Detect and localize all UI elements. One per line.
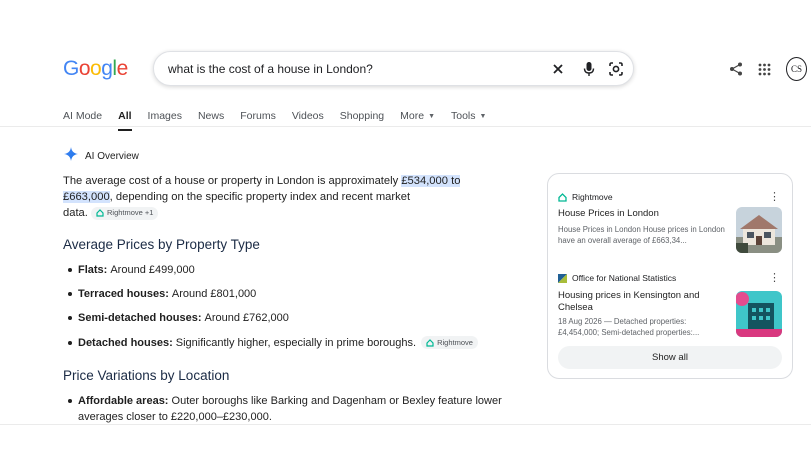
source-site[interactable]: Office for National Statistics (558, 273, 676, 283)
lens-camera-icon[interactable] (607, 60, 625, 78)
share-icon[interactable] (727, 60, 745, 78)
tab-videos[interactable]: Videos (292, 105, 324, 127)
list-item: Terraced houses: Around £801,000 (68, 288, 256, 300)
more-options-icon[interactable]: ⋮ (769, 273, 780, 284)
source-snippet: House Prices in London House prices in L… (558, 225, 725, 245)
source-site-name: Rightmove (572, 192, 613, 202)
list-item: Affordable areas: Outer boroughs like Ba… (68, 393, 508, 425)
sources-card: Rightmove ⋮ House Prices in London House… (547, 173, 793, 379)
list-item: Semi-detached houses: Around £762,000 (68, 312, 289, 324)
source-chip[interactable]: Rightmove +1 (91, 206, 159, 220)
source-snippet: 18 Aug 2026 — Detached properties: £4,45… (558, 317, 700, 337)
logo-letter: o (90, 57, 102, 80)
section-heading: Price Variations by Location (63, 368, 230, 383)
bullet-dot (68, 399, 72, 403)
item-text: Around £499,000 (110, 264, 195, 276)
source-site-name: Office for National Statistics (572, 273, 677, 283)
search-results-page: Google what is the cost of a house in Lo… (0, 0, 811, 456)
chip-label: Rightmove (437, 338, 473, 347)
summary-text: , depending on the specific property ind… (109, 191, 411, 203)
search-input[interactable]: what is the cost of a house in London? (168, 62, 373, 76)
logo-letter: g (101, 57, 113, 80)
source-title[interactable]: House Prices in London (558, 208, 728, 220)
section-heading: Average Prices by Property Type (63, 237, 260, 252)
source-site[interactable]: Rightmove (558, 192, 613, 202)
summary-text: The average cost of a house or property … (63, 175, 402, 187)
item-text: Around £762,000 (204, 312, 289, 324)
tab-label: AI Mode (63, 110, 103, 122)
rightmove-icon (558, 192, 567, 202)
clear-icon[interactable] (549, 60, 567, 78)
rightmove-icon (426, 338, 434, 347)
ons-logo-icon (558, 273, 567, 283)
tab-shopping[interactable]: Shopping (340, 105, 384, 127)
house-thumbnail[interactable] (736, 207, 782, 253)
city-illustration-thumbnail[interactable] (736, 291, 782, 337)
bullet-dot (68, 268, 72, 272)
highlighted-price[interactable]: £534,000 to (401, 175, 461, 187)
item-text: averages closer to £220,000–£230,000. (78, 411, 272, 423)
bullet-dot (68, 316, 72, 320)
item-term: Terraced houses: (78, 288, 169, 300)
content-divider (0, 424, 811, 425)
item-text: Around £801,000 (171, 288, 257, 300)
google-logo[interactable]: Google (63, 57, 128, 81)
logo-letter: G (63, 57, 79, 80)
tab-more[interactable]: More ▼ (400, 105, 435, 127)
tab-ai-mode[interactable]: AI Mode (63, 105, 102, 127)
item-term: Flats: (78, 264, 108, 276)
tab-label: Forums (240, 110, 276, 122)
summary-text: data. (63, 207, 88, 219)
rightmove-icon (96, 209, 104, 217)
tab-label: Videos (291, 110, 324, 122)
highlighted-price[interactable]: £663,000 (63, 191, 110, 203)
tab-label: News (197, 110, 225, 122)
ai-overview-header: AI Overview (64, 147, 139, 166)
item-term: Semi-detached houses: (78, 312, 202, 324)
gemini-sparkle-icon (64, 147, 78, 166)
source-chip[interactable]: Rightmove (421, 336, 478, 349)
list-item: Flats: Around £499,000 (68, 264, 195, 276)
tab-label: Tools (451, 110, 476, 122)
tab-all[interactable]: All (118, 105, 132, 131)
header-divider (0, 126, 811, 127)
source-title[interactable]: Housing prices in Kensington and Chelsea (558, 290, 728, 314)
item-term: Affordable areas: (78, 395, 169, 407)
more-options-icon[interactable]: ⋮ (769, 192, 780, 203)
chevron-down-icon: ▼ (428, 112, 435, 120)
search-box[interactable]: what is the cost of a house in London? (153, 51, 634, 86)
tab-tools[interactable]: Tools ▼ (451, 105, 486, 127)
ai-overview-summary: The average cost of a house or property … (63, 173, 473, 221)
ai-overview-label: AI Overview (85, 151, 139, 162)
bullet-dot (68, 340, 72, 345)
apps-grid-icon[interactable] (755, 60, 773, 78)
microphone-icon[interactable] (580, 60, 598, 78)
list-item: Detached houses: Significantly higher, es… (68, 336, 478, 349)
tab-forums[interactable]: Forums (240, 105, 276, 127)
account-avatar[interactable]: CS (786, 57, 807, 81)
tab-label: Shopping (339, 110, 385, 122)
item-text: Significantly higher, especially in prim… (175, 336, 417, 349)
tab-label: All (118, 110, 132, 122)
item-text: Outer boroughs like Barking and Dagenham… (171, 395, 502, 407)
bullet-dot (68, 292, 72, 296)
tab-news[interactable]: News (198, 105, 224, 127)
show-all-button[interactable]: Show all (558, 346, 782, 369)
tab-label: Images (147, 110, 182, 122)
search-tabs: AI Mode All Images News Forums Videos Sh… (63, 105, 502, 131)
item-term: Detached houses: (78, 336, 173, 349)
logo-letter: e (116, 57, 129, 80)
chip-label: Rightmove +1 (107, 208, 154, 218)
chevron-down-icon: ▼ (479, 112, 487, 120)
tab-label: More (400, 110, 425, 122)
logo-letter: o (78, 57, 91, 80)
tab-images[interactable]: Images (148, 105, 182, 127)
